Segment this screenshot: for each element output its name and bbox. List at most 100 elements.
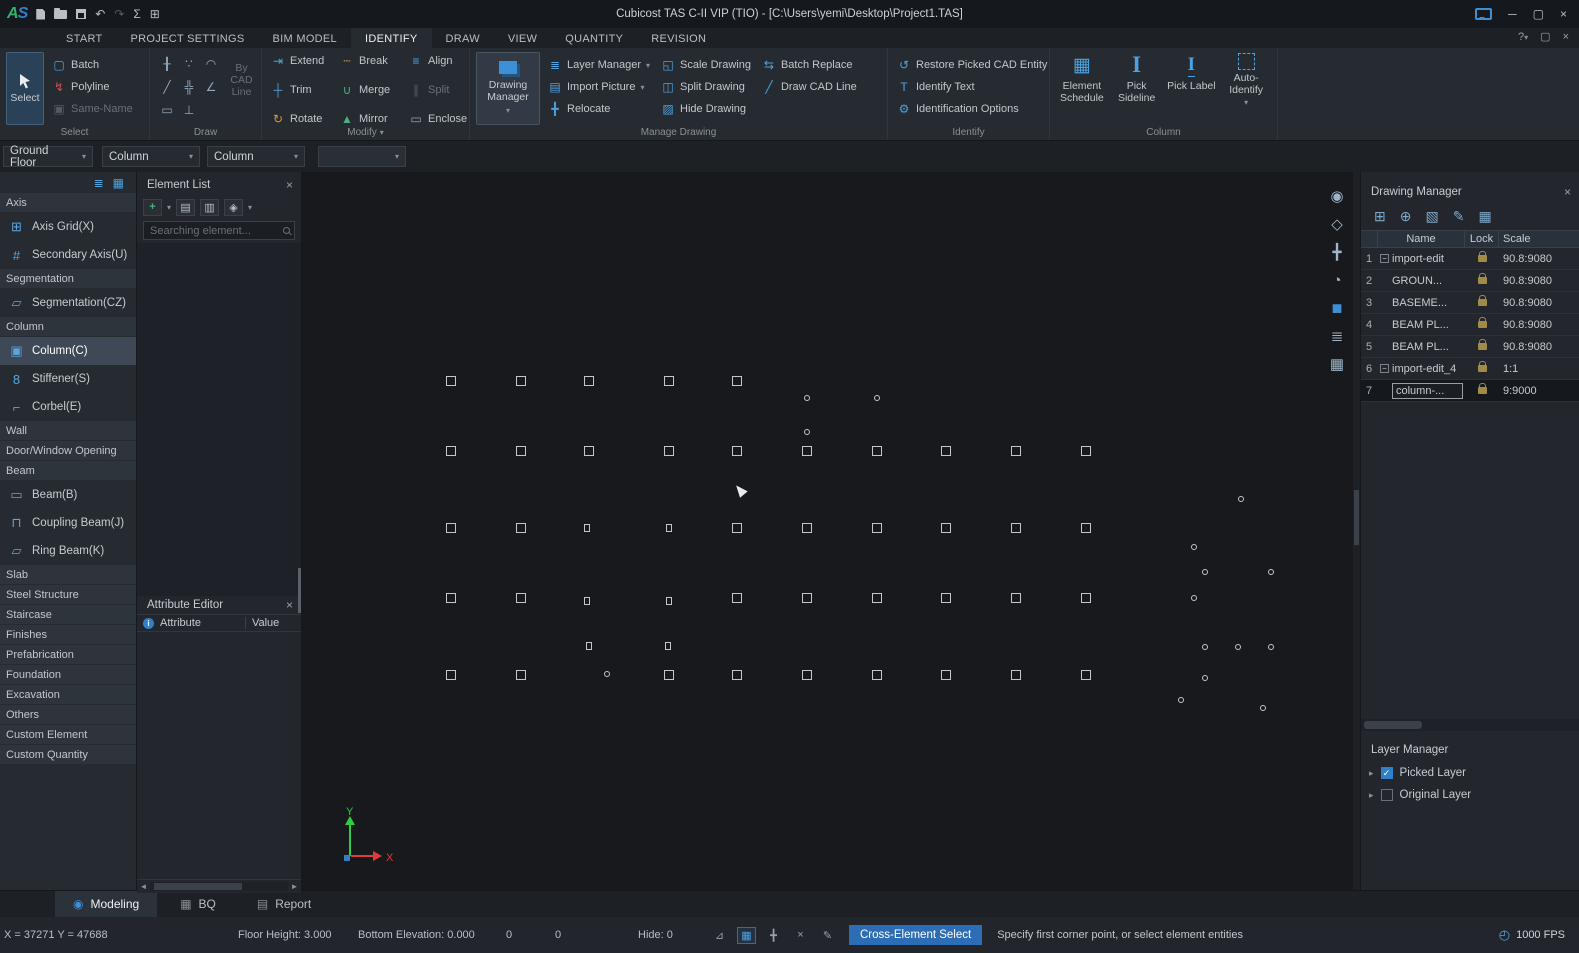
name-column-header[interactable]: Name [1377, 231, 1465, 247]
column-marker[interactable] [802, 446, 812, 456]
sidebar-category-beam[interactable]: Beam [0, 461, 136, 481]
column-marker[interactable] [1011, 593, 1021, 603]
cad-circle-marker[interactable] [804, 395, 810, 401]
table-view-icon[interactable]: ▦ [1326, 353, 1348, 375]
column-marker[interactable] [516, 593, 526, 603]
workspace-icon[interactable]: ▢ [1540, 30, 1550, 43]
column-marker[interactable] [802, 670, 812, 680]
expand-arrow-icon[interactable]: ▸ [1369, 790, 1374, 801]
column-marker[interactable] [732, 523, 742, 533]
by-cad-line-button[interactable]: By CAD Line [227, 62, 256, 98]
drawing-row-4[interactable]: 4BEAM PL...90.8:9080 [1361, 314, 1579, 336]
drawing-row-6[interactable]: 6−import-edit_41:1 [1361, 358, 1579, 380]
sidebar-category-door-window-opening[interactable]: Door/Window Opening [0, 441, 136, 461]
drawing-manager-button[interactable]: Drawing Manager ▾ [476, 52, 540, 125]
axis-icon[interactable]: ╂ [156, 52, 178, 75]
select-button[interactable]: Select [6, 52, 44, 125]
align-button[interactable]: ≡Align [406, 50, 470, 72]
column-marker[interactable] [872, 670, 882, 680]
column-marker[interactable] [446, 670, 456, 680]
column-marker-small[interactable] [584, 597, 590, 605]
pick-label-button[interactable]: Pick Label [1166, 50, 1218, 125]
cad-circle-marker[interactable] [1260, 705, 1266, 711]
column-marker-small[interactable] [584, 524, 590, 532]
attribute-editor-body[interactable] [137, 632, 301, 879]
sidebar-item-secondary-axis-u[interactable]: #Secondary Axis(U) [0, 241, 136, 269]
pick-sideline-button[interactable]: Pick Sideline [1111, 50, 1163, 125]
lock-icon[interactable] [1478, 321, 1487, 328]
orbit-icon[interactable]: ◔ [1326, 269, 1348, 291]
drawing-row-2[interactable]: 2GROUN...90.8:9080 [1361, 270, 1579, 292]
pan-icon[interactable]: ╋ [1326, 241, 1348, 263]
sidebar-category-prefabrication[interactable]: Prefabrication [0, 645, 136, 665]
drawing-row-3[interactable]: 3BASEME...90.8:9080 [1361, 292, 1579, 314]
trim-button[interactable]: ┼Trim [268, 79, 332, 101]
list-view-icon[interactable]: ≣ [94, 176, 104, 190]
identify-text-button[interactable]: TIdentify Text [894, 76, 1050, 98]
redo-icon[interactable]: ↷ [114, 8, 124, 20]
cad-circle-marker[interactable] [1268, 569, 1274, 575]
column-marker[interactable] [732, 446, 742, 456]
break-button[interactable]: ┄Break [337, 50, 401, 72]
sum-icon[interactable]: Σ [133, 8, 140, 20]
drawing-row-1[interactable]: 1−import-edit90.8:9080 [1361, 248, 1579, 270]
schedule-icon[interactable]: ⊞ [150, 8, 160, 20]
copy-element-button[interactable]: ▤ [176, 199, 195, 216]
scrollbar-thumb[interactable] [298, 568, 301, 613]
search-input[interactable] [148, 224, 283, 238]
tab-view[interactable]: VIEW [494, 28, 551, 48]
modify-group-label[interactable]: Modify▾ [262, 125, 469, 140]
perp-icon[interactable]: ⊥ [178, 98, 200, 121]
column-marker[interactable] [516, 376, 526, 386]
expand-arrow-icon[interactable]: ▸ [1369, 768, 1374, 779]
layout-icon[interactable]: ▦ [1478, 208, 1491, 225]
scroll-right-icon[interactable]: ► [288, 882, 301, 891]
element-schedule-button[interactable]: Element Schedule [1056, 50, 1108, 125]
layer-checkbox[interactable]: ✓ [1381, 767, 1393, 779]
solid-cube-icon[interactable]: ■ [1326, 297, 1348, 319]
cad-circle-marker[interactable] [1202, 675, 1208, 681]
lock-cell[interactable] [1465, 255, 1499, 262]
close-icon[interactable]: × [286, 178, 293, 192]
scrollbar-track[interactable] [150, 882, 288, 891]
sidebar-category-segmentation[interactable]: Segmentation [0, 269, 136, 289]
tab-quantity[interactable]: QUANTITY [551, 28, 637, 48]
canvas-vertical-scrollbar[interactable] [1353, 172, 1360, 890]
sidebar-category-excavation[interactable]: Excavation [0, 685, 136, 705]
panel-view-icon[interactable]: ▦ [113, 176, 124, 190]
sidebar-category-slab[interactable]: Slab [0, 565, 136, 585]
cad-circle-marker[interactable] [804, 429, 810, 435]
column-marker[interactable] [446, 376, 456, 386]
ucs-icon[interactable]: ⊿ [710, 927, 729, 944]
minimize-button[interactable]: ─ [1508, 7, 1517, 21]
points-icon[interactable]: ∵ [178, 52, 200, 75]
workspace-tab-modeling[interactable]: ◉Modeling [55, 891, 157, 917]
layer-manager-button[interactable]: ≣Layer Manager▾ [545, 54, 653, 76]
column-marker[interactable] [1081, 446, 1091, 456]
import-picture-button[interactable]: ▤Import Picture▾ [545, 76, 653, 98]
lock-icon[interactable] [1478, 255, 1487, 262]
cad-circle-marker[interactable] [1202, 569, 1208, 575]
tab-identify[interactable]: IDENTIFY [351, 28, 432, 48]
hatch-icon[interactable]: ╬ [178, 75, 200, 98]
scroll-left-icon[interactable]: ◄ [137, 882, 150, 891]
sidebar-item-ring-beam-k[interactable]: ▱Ring Beam(K) [0, 537, 136, 565]
close-icon[interactable]: × [286, 598, 293, 612]
chevron-down-icon[interactable]: ▾ [167, 203, 171, 212]
lock-cell[interactable] [1465, 365, 1499, 372]
sidebar-item-axis-grid-x[interactable]: ⊞Axis Grid(X) [0, 213, 136, 241]
sidebar-item-segmentation-cz[interactable]: ▱Segmentation(CZ) [0, 289, 136, 317]
merge-button[interactable]: ∪Merge [337, 79, 401, 101]
column-marker[interactable] [732, 670, 742, 680]
sidebar-category-column[interactable]: Column [0, 317, 136, 337]
column-marker[interactable] [1081, 593, 1091, 603]
help-icon[interactable]: ?▾ [1518, 31, 1528, 43]
sidebar-category-steel-structure[interactable]: Steel Structure [0, 585, 136, 605]
column-marker[interactable] [941, 593, 951, 603]
column-marker[interactable] [664, 446, 674, 456]
column-marker[interactable] [802, 523, 812, 533]
column-marker[interactable] [872, 446, 882, 456]
sidebar-category-foundation[interactable]: Foundation [0, 665, 136, 685]
extend-button[interactable]: ⇥Extend [268, 50, 332, 72]
column-marker-small[interactable] [666, 524, 672, 532]
